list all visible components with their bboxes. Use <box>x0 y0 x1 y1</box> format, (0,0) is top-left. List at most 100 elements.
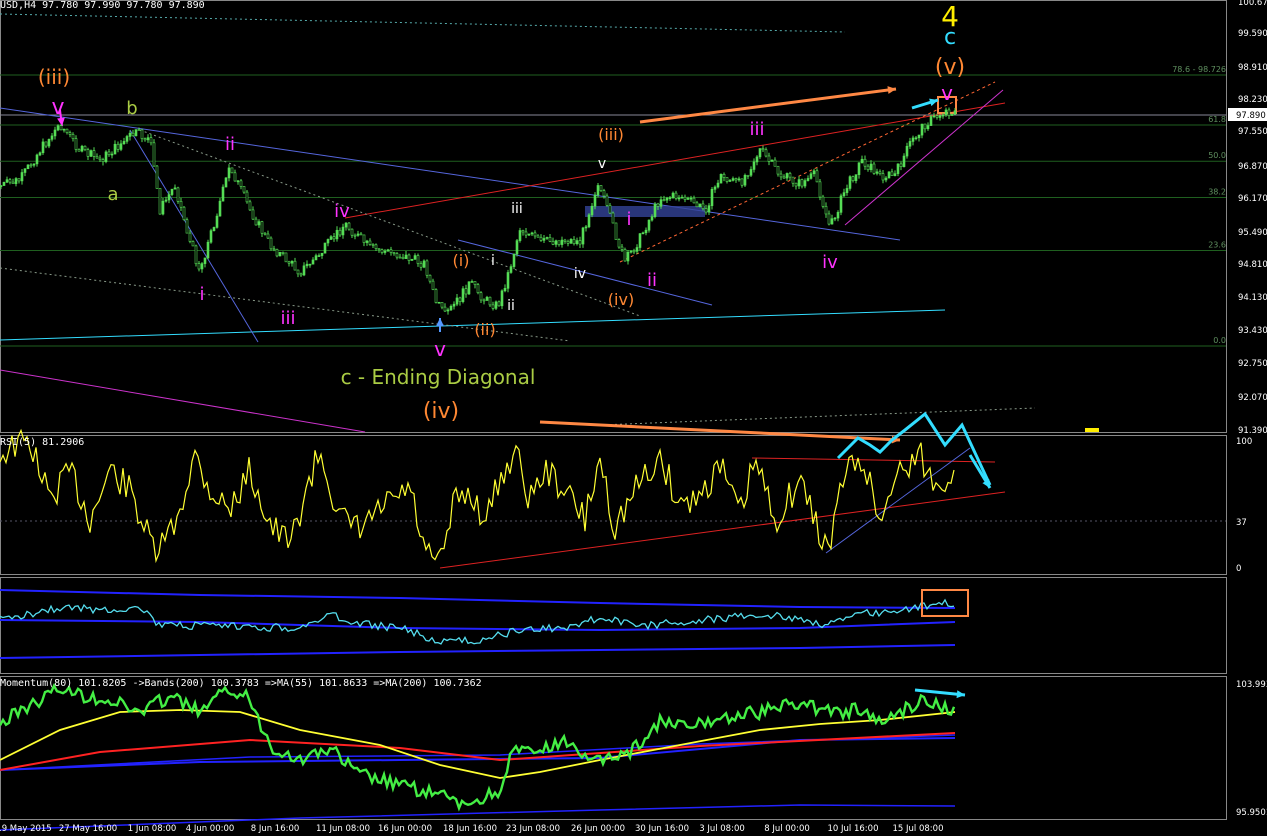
candle-body <box>782 176 786 179</box>
candle-body <box>497 301 501 307</box>
candle-body <box>560 239 564 245</box>
candle-body <box>863 158 867 167</box>
price-tick-label: 92.070 <box>1238 393 1267 403</box>
candle-body <box>164 199 168 202</box>
candle-body <box>221 186 225 202</box>
candle-body <box>905 145 909 157</box>
candle-body <box>434 289 438 303</box>
momentum-ma55 <box>0 709 956 779</box>
x-tick-label: 11 Jun 08:00 <box>316 824 370 834</box>
candle-body <box>26 164 30 170</box>
candle-body <box>827 213 831 225</box>
candle-body <box>914 137 918 140</box>
wave-label: (ii) <box>474 320 495 339</box>
candle-body <box>488 296 492 306</box>
candle-body <box>788 173 792 178</box>
candle-body <box>818 181 822 198</box>
candle-body <box>365 240 369 243</box>
candle-body <box>716 182 720 188</box>
rsi-label: RSI(5) 81.2906 <box>0 437 85 448</box>
candle-body <box>824 206 828 215</box>
chart-title: USD,H4 97.780 97.990 97.780 97.890 <box>0 0 205 11</box>
candle-body <box>554 240 558 245</box>
candle-body <box>353 234 357 237</box>
candle-body <box>95 156 99 159</box>
x-tick-label: 26 Jun 00:00 <box>571 824 625 834</box>
candle-body <box>899 163 903 167</box>
candle-body <box>65 128 69 133</box>
candle-body <box>950 114 954 116</box>
candle-body <box>686 198 690 200</box>
bands-lower <box>0 644 956 659</box>
candle-body <box>773 159 777 167</box>
candle-body <box>233 172 237 182</box>
candle-body <box>41 141 45 154</box>
wave-label: ii <box>507 298 515 314</box>
candle-body <box>833 217 837 220</box>
candle-body <box>620 246 624 250</box>
candle-body <box>770 159 774 162</box>
axis-area <box>1228 0 1267 836</box>
candle-body <box>725 177 729 182</box>
candle-body <box>536 235 540 238</box>
candle-body <box>20 172 24 182</box>
candle-body <box>854 174 858 181</box>
wave-label: v <box>51 95 64 120</box>
candle-body <box>389 249 393 253</box>
x-tick-label: 30 Jun 16:00 <box>635 824 689 834</box>
candle-body <box>575 240 579 245</box>
candle-body <box>176 187 180 202</box>
candle-body <box>710 188 714 206</box>
candle-body <box>320 252 324 256</box>
candle-body <box>464 288 468 295</box>
candle-body <box>869 163 873 170</box>
candle-body <box>602 190 606 197</box>
candle-body <box>473 281 477 285</box>
candle-body <box>641 232 645 235</box>
candle-body <box>227 167 231 179</box>
trendline-magenta <box>844 89 1004 226</box>
candle-body <box>749 169 753 176</box>
candle-body <box>128 132 132 137</box>
candle-body <box>578 240 582 245</box>
candle-body <box>593 194 597 207</box>
candle-body <box>599 185 603 192</box>
candle-body <box>767 155 771 162</box>
candle-body <box>800 179 804 187</box>
candle-body <box>335 229 339 240</box>
candle-body <box>446 309 450 312</box>
candle-body <box>650 216 654 221</box>
wave-label: iii <box>749 119 764 140</box>
candle-body <box>125 136 129 142</box>
candle-body <box>158 188 162 215</box>
wave-label: (iv) <box>608 290 634 309</box>
candle-body <box>137 129 141 131</box>
candle-body <box>356 233 360 236</box>
candle-body <box>674 192 678 199</box>
wave-label: i <box>626 209 631 230</box>
candle-body <box>806 178 810 181</box>
candle-body <box>50 135 54 140</box>
candle-body <box>548 237 552 242</box>
candle-body <box>443 306 447 312</box>
candle-body <box>194 245 198 265</box>
candle-body <box>329 236 333 240</box>
candle-body <box>401 256 405 259</box>
rsi-tick-label: 100 <box>1236 437 1252 447</box>
candle-body <box>188 232 192 242</box>
candle-body <box>692 197 696 204</box>
price-tick-label: 91.390 <box>1238 426 1267 436</box>
candle-body <box>185 219 189 234</box>
candle-body <box>491 304 495 309</box>
candle-body <box>383 250 387 253</box>
candle-body <box>0 185 3 187</box>
candle-body <box>110 153 114 156</box>
x-tick-label: 23 Jun 08:00 <box>506 824 560 834</box>
candle-body <box>902 155 906 167</box>
candle-body <box>530 232 534 235</box>
trendline-blue <box>0 107 901 241</box>
candle-body <box>785 173 789 179</box>
candle-body <box>875 171 879 174</box>
candle-body <box>581 227 585 245</box>
candle-body <box>884 177 888 181</box>
